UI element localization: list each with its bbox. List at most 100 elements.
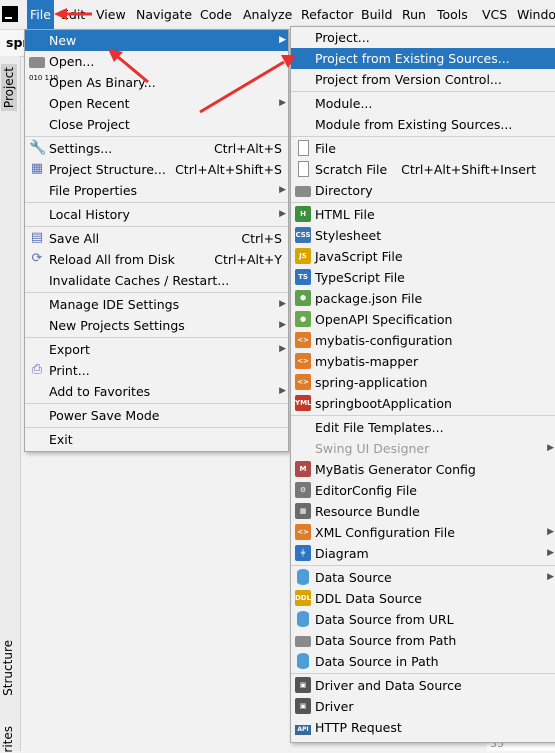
new-menu-item-editorconfig-file[interactable]: ⚙ EditorConfig File bbox=[291, 480, 555, 501]
new-menu-item-project-from-existing-sources[interactable]: Project from Existing Sources... bbox=[291, 48, 555, 69]
file-menu-item-open[interactable]: Open... bbox=[25, 51, 288, 72]
menu-item-label: Scratch File bbox=[315, 162, 388, 177]
new-menu-item-module[interactable]: Module... bbox=[291, 93, 555, 114]
menu-view[interactable]: View bbox=[93, 0, 129, 29]
new-menu-item-html-file[interactable]: H HTML File bbox=[291, 204, 555, 225]
new-menu-item-openapi-specification[interactable]: ● OpenAPI Specification bbox=[291, 309, 555, 330]
submenu-arrow-icon: ▶ bbox=[279, 386, 286, 396]
new-menu-item-stylesheet[interactable]: CSS Stylesheet bbox=[291, 225, 555, 246]
menu-separator bbox=[25, 292, 288, 293]
submenu-arrow-icon: ▶ bbox=[279, 35, 286, 45]
yaml-file-icon: YML bbox=[295, 395, 312, 411]
file-menu-item-new[interactable]: New ▶ bbox=[25, 30, 288, 51]
wrench-icon: 🔧 bbox=[29, 140, 47, 156]
new-menu-item-directory[interactable]: Directory bbox=[291, 180, 555, 201]
new-menu-item-package-json-file[interactable]: ⬢ package.json File bbox=[291, 288, 555, 309]
menu-run[interactable]: Run bbox=[399, 0, 429, 29]
menu-item-label: OpenAPI Specification bbox=[315, 312, 453, 327]
driver-icon: ▣ bbox=[295, 698, 311, 714]
new-submenu: Project... Project from Existing Sources.… bbox=[290, 26, 555, 743]
new-menu-item-edit-file-templates[interactable]: Edit File Templates... bbox=[291, 417, 555, 438]
xml-file-icon: <> bbox=[295, 332, 311, 348]
menu-windo[interactable]: Windo bbox=[514, 0, 555, 29]
file-menu-item-print[interactable]: ⎙ Print... bbox=[25, 360, 288, 381]
menu-item-label: Close Project bbox=[49, 117, 130, 132]
xml-file-icon: <> bbox=[295, 353, 311, 369]
new-menu-item-data-source-in-path[interactable]: Data Source in Path bbox=[291, 651, 555, 672]
new-menu-item-data-source[interactable]: Data Source ▶ bbox=[291, 567, 555, 588]
structure-tool-tab[interactable]: Structure bbox=[1, 640, 15, 696]
project-tool-tab[interactable]: Project bbox=[1, 64, 17, 112]
menu-build[interactable]: Build bbox=[358, 0, 395, 29]
new-menu-item-xml-configuration-file[interactable]: <> XML Configuration File ▶ bbox=[291, 522, 555, 543]
new-menu-item-project-from-version-control[interactable]: Project from Version Control... bbox=[291, 69, 555, 90]
new-menu-item-mybatis-mapper[interactable]: <> mybatis-mapper bbox=[291, 351, 555, 372]
menu-item-label: Data Source bbox=[315, 570, 392, 585]
file-menu-item-file-properties[interactable]: File Properties ▶ bbox=[25, 180, 288, 201]
menu-code[interactable]: Code bbox=[197, 0, 235, 29]
menu-analyze[interactable]: Analyze bbox=[240, 0, 295, 29]
new-menu-item-mybatis-configuration[interactable]: <> mybatis-configuration bbox=[291, 330, 555, 351]
file-menu-item-reload-all-from-disk[interactable]: ⟳ Reload All from Disk Ctrl+Alt+Y bbox=[25, 249, 288, 270]
menu-separator bbox=[291, 136, 555, 137]
file-menu-item-power-save-mode[interactable]: Power Save Mode bbox=[25, 405, 288, 426]
menu-item-label: Driver and Data Source bbox=[315, 678, 462, 693]
new-menu-item-project[interactable]: Project... bbox=[291, 27, 555, 48]
menu-item-label: Project Structure... bbox=[49, 162, 166, 177]
menu-item-label: Stylesheet bbox=[315, 228, 382, 243]
menu-item-label: Swing UI Designer bbox=[315, 441, 430, 456]
file-menu-item-exit[interactable]: Exit bbox=[25, 429, 288, 450]
new-menu-item-driver-and-data-source[interactable]: ▣ Driver and Data Source bbox=[291, 675, 555, 696]
file-menu-item-close-project[interactable]: Close Project bbox=[25, 114, 288, 135]
menu-edit[interactable]: Edit bbox=[58, 0, 88, 29]
menu-item-label: mybatis-mapper bbox=[315, 354, 419, 369]
menu-tools[interactable]: Tools bbox=[434, 0, 471, 29]
new-menu-item-spring-application[interactable]: <> spring-application bbox=[291, 372, 555, 393]
js-file-icon: JS bbox=[295, 248, 311, 264]
new-menu-item-http-request[interactable]: API HTTP Request bbox=[291, 717, 555, 738]
menu-item-label: Edit File Templates... bbox=[315, 420, 444, 435]
menu-refactor[interactable]: Refactor bbox=[298, 0, 356, 29]
file-menu-item-add-to-favorites[interactable]: Add to Favorites ▶ bbox=[25, 381, 288, 402]
gear-icon: ⚙ bbox=[295, 482, 311, 498]
menu-item-label: Manage IDE Settings bbox=[49, 297, 180, 312]
binary-icon: 010 110 bbox=[29, 74, 58, 82]
new-menu-item-resource-bundle[interactable]: ▦ Resource Bundle bbox=[291, 501, 555, 522]
file-menu-item-open-recent[interactable]: Open Recent ▶ bbox=[25, 93, 288, 114]
new-menu-item-springbootapplication[interactable]: YML springbootApplication bbox=[291, 393, 555, 414]
favorites-tool-tab[interactable]: rites bbox=[1, 726, 15, 753]
file-menu-item-local-history[interactable]: Local History ▶ bbox=[25, 204, 288, 225]
file-menu-item-export[interactable]: Export ▶ bbox=[25, 339, 288, 360]
new-menu-item-mybatis-generator-config[interactable]: M MyBatis Generator Config bbox=[291, 459, 555, 480]
submenu-arrow-icon: ▶ bbox=[279, 209, 286, 219]
new-menu-item-file[interactable]: File bbox=[291, 138, 555, 159]
file-menu-item-new-projects-settings[interactable]: New Projects Settings ▶ bbox=[25, 315, 288, 336]
menu-item-label: Project from Version Control... bbox=[315, 72, 502, 87]
new-menu-item-diagram[interactable]: ╪ Diagram ▶ bbox=[291, 543, 555, 564]
file-menu-item-invalidate-caches-restart[interactable]: Invalidate Caches / Restart... bbox=[25, 270, 288, 291]
menu-separator bbox=[25, 337, 288, 338]
menu-item-label: Data Source from Path bbox=[315, 633, 457, 648]
file-menu-item-project-structure[interactable]: ▦ Project Structure... Ctrl+Alt+Shift+S bbox=[25, 159, 288, 180]
resource-bundle-icon: ▦ bbox=[295, 503, 311, 519]
intellij-logo-icon bbox=[2, 6, 18, 22]
file-menu-item-save-all[interactable]: ▤ Save All Ctrl+S bbox=[25, 228, 288, 249]
new-menu-item-javascript-file[interactable]: JS JavaScript File bbox=[291, 246, 555, 267]
menu-item-label: Project... bbox=[315, 30, 370, 45]
file-menu-item-open-as-binary[interactable]: 010 110 Open As Binary... bbox=[25, 72, 288, 93]
menu-file[interactable]: File bbox=[27, 0, 54, 29]
menu-separator bbox=[291, 415, 555, 416]
new-menu-item-module-from-existing-sources[interactable]: Module from Existing Sources... bbox=[291, 114, 555, 135]
new-menu-item-typescript-file[interactable]: TS TypeScript File bbox=[291, 267, 555, 288]
new-menu-item-driver[interactable]: ▣ Driver bbox=[291, 696, 555, 717]
menu-vcs[interactable]: VCS bbox=[479, 0, 510, 29]
new-menu-item-ddl-data-source[interactable]: DDL DDL Data Source bbox=[291, 588, 555, 609]
menu-item-label: New Projects Settings bbox=[49, 318, 185, 333]
new-menu-item-scratch-file[interactable]: Scratch File Ctrl+Alt+Shift+Insert bbox=[291, 159, 555, 180]
menu-navigate[interactable]: Navigate bbox=[133, 0, 195, 29]
new-menu-item-data-source-from-path[interactable]: Data Source from Path bbox=[291, 630, 555, 651]
file-menu-item-settings[interactable]: 🔧 Settings... Ctrl+Alt+S bbox=[25, 138, 288, 159]
file-menu-item-manage-ide-settings[interactable]: Manage IDE Settings ▶ bbox=[25, 294, 288, 315]
menu-item-label: Exit bbox=[49, 432, 73, 447]
new-menu-item-data-source-from-url[interactable]: Data Source from URL bbox=[291, 609, 555, 630]
